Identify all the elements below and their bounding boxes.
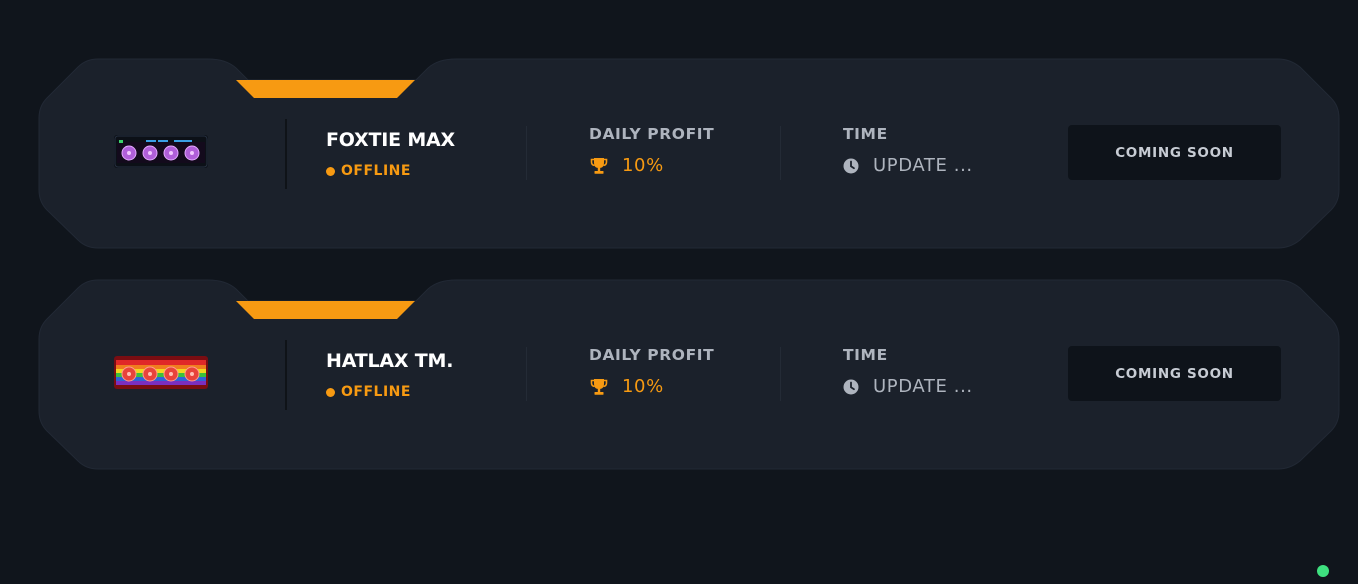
daily-profit-value: 10% — [590, 376, 664, 397]
product-card: HATLAX TM. OFFLINE DAILY PROFIT 10% TIME… — [38, 279, 1340, 470]
divider — [780, 126, 781, 180]
coming-soon-button[interactable]: COMING SOON — [1068, 125, 1281, 180]
online-indicator-icon — [1317, 565, 1329, 577]
device-thumbnail — [114, 135, 208, 168]
divider — [526, 126, 527, 180]
status-badge: OFFLINE — [326, 384, 411, 400]
daily-profit-label: DAILY PROFIT — [589, 346, 715, 364]
divider — [526, 347, 527, 401]
product-name: FOXTIE MAX — [326, 129, 455, 151]
divider — [780, 347, 781, 401]
device-thumbnail — [114, 356, 208, 389]
daily-profit-value: 10% — [590, 155, 664, 176]
status-text: OFFLINE — [341, 384, 411, 400]
status-badge: OFFLINE — [326, 163, 411, 179]
divider — [285, 340, 287, 410]
daily-profit-percent: 10% — [622, 376, 664, 397]
trophy-icon — [590, 157, 608, 175]
time-update-text: UPDATE ... — [873, 376, 973, 397]
clock-icon — [843, 379, 859, 395]
daily-profit-label: DAILY PROFIT — [589, 125, 715, 143]
status-dot-icon — [326, 166, 335, 176]
time-update-text: UPDATE ... — [873, 155, 973, 176]
product-name: HATLAX TM. — [326, 350, 454, 372]
divider — [285, 119, 287, 189]
time-value: UPDATE ... — [843, 376, 973, 397]
clock-icon — [843, 158, 859, 174]
time-label: TIME — [843, 346, 888, 364]
trophy-icon — [590, 378, 608, 396]
status-dot-icon — [326, 387, 335, 397]
status-text: OFFLINE — [341, 163, 411, 179]
coming-soon-button[interactable]: COMING SOON — [1068, 346, 1281, 401]
time-value: UPDATE ... — [843, 155, 973, 176]
time-label: TIME — [843, 125, 888, 143]
product-card: FOXTIE MAX OFFLINE DAILY PROFIT 10% TIME… — [38, 58, 1340, 249]
daily-profit-percent: 10% — [622, 155, 664, 176]
